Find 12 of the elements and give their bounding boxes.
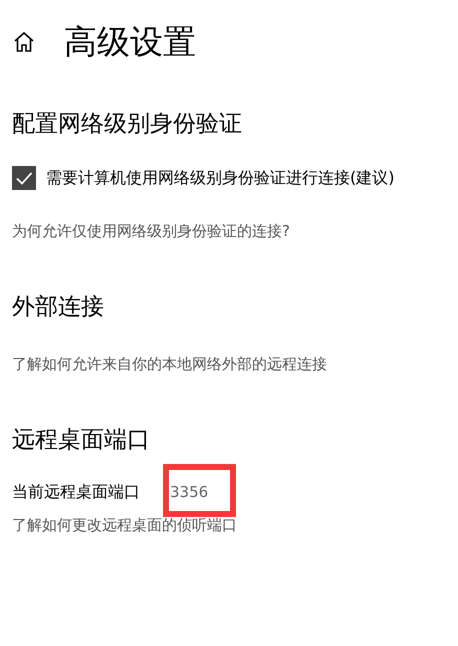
help-link[interactable]: 了解如何更改远程桌面的侦听端口	[12, 516, 446, 535]
section-heading: 外部连接	[12, 293, 105, 322]
page-title: 高级设置	[64, 21, 196, 63]
port-value: 3356	[170, 483, 208, 501]
section-heading: 远程桌面端口	[12, 426, 151, 455]
checkbox-label: 需要计算机使用网络级别身份验证进行连接(建议)	[46, 168, 394, 188]
port-label: 当前远程桌面端口	[12, 482, 140, 502]
section-heading: 配置网络级别身份验证	[12, 110, 243, 139]
help-link[interactable]: 了解如何允许来自你的本地网络外部的远程连接	[12, 355, 446, 374]
checkbox[interactable]	[12, 166, 36, 190]
help-link[interactable]: 为何允许仅使用网络级别身份验证的连接?	[12, 222, 446, 241]
home-icon[interactable]	[12, 30, 36, 54]
